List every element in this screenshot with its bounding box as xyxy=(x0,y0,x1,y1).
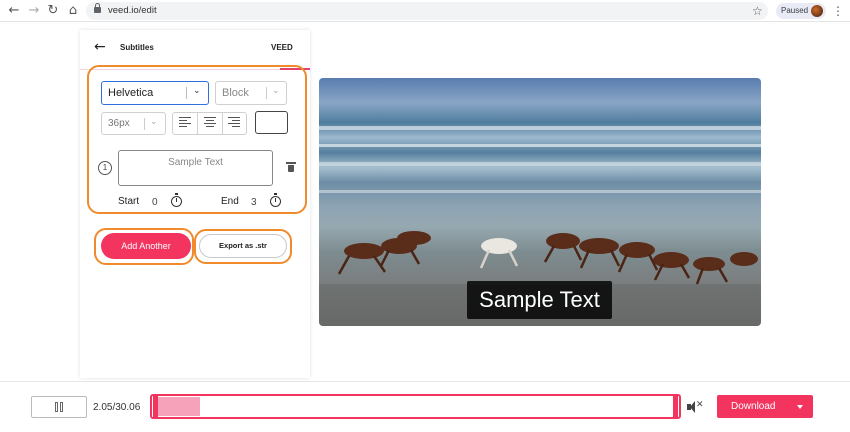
align-left-icon[interactable] xyxy=(179,117,197,131)
end-label: End xyxy=(221,196,239,207)
back-arrow-icon[interactable]: ← xyxy=(94,39,106,55)
mute-icon[interactable] xyxy=(687,400,704,413)
start-value[interactable]: 0 xyxy=(152,197,158,208)
profile-status: Paused xyxy=(781,6,809,15)
pause-button[interactable] xyxy=(31,396,87,418)
subtitle-text-input[interactable]: Sample Text xyxy=(118,150,273,186)
pause-icon-bar xyxy=(60,402,63,412)
stopwatch-icon[interactable] xyxy=(171,193,182,207)
star-icon[interactable]: ☆ xyxy=(752,3,763,19)
subtitle-caption[interactable]: Sample Text xyxy=(467,281,612,319)
align-separator xyxy=(197,113,198,134)
avatar xyxy=(811,5,823,17)
trim-handle-end[interactable] xyxy=(673,395,678,418)
lock-icon xyxy=(94,3,101,13)
brand-logo[interactable]: VEED xyxy=(271,43,293,52)
home-icon[interactable]: ⌂ xyxy=(65,3,81,19)
subtitle-text-value: Sample Text xyxy=(168,157,223,168)
pause-icon xyxy=(55,402,58,412)
time-readout: 2.05/30.06 xyxy=(93,402,141,413)
chevron-down-icon: ⌄ xyxy=(272,86,280,96)
text-align-group xyxy=(172,112,247,135)
caret-down-icon[interactable] xyxy=(797,405,803,409)
font-family-value: Helvetica xyxy=(108,87,154,99)
text-style-select[interactable]: Block ⌄ xyxy=(215,81,287,105)
trash-icon[interactable] xyxy=(286,162,296,172)
font-family-select[interactable]: Helvetica ⌄ xyxy=(101,81,209,105)
browser-toolbar: ← → ↻ ⌂ veed.io/edit ☆ Paused ⋮ xyxy=(0,0,850,22)
font-size-value: 36px xyxy=(108,118,130,129)
end-value[interactable]: 3 xyxy=(251,197,257,208)
profile-button[interactable]: Paused xyxy=(776,3,826,19)
reload-icon[interactable]: ↻ xyxy=(45,3,61,19)
font-size-select[interactable]: 36px ⌄ xyxy=(101,112,166,135)
chevron-down-icon: ⌄ xyxy=(193,86,201,96)
text-style-value: Block xyxy=(222,87,249,99)
menu-kebab-icon[interactable]: ⋮ xyxy=(832,3,844,19)
timeline-progress xyxy=(158,397,200,416)
text-color-picker[interactable] xyxy=(255,111,288,134)
download-label: Download xyxy=(731,401,776,412)
forward-arrow-icon[interactable]: → xyxy=(26,3,42,19)
back-arrow-icon[interactable]: ← xyxy=(6,3,22,19)
add-another-button[interactable]: Add Another xyxy=(101,233,191,259)
export-srt-button[interactable]: Export as .str xyxy=(199,234,287,258)
align-right-icon[interactable] xyxy=(228,117,246,131)
video-preview[interactable]: Sample Text xyxy=(319,78,761,326)
trim-handle-start[interactable] xyxy=(153,395,158,418)
stopwatch-icon[interactable] xyxy=(270,193,281,207)
subtitle-index-badge: 1 xyxy=(98,161,112,175)
select-separator xyxy=(186,87,187,99)
select-separator xyxy=(144,118,145,130)
address-bar[interactable]: veed.io/edit xyxy=(86,2,768,20)
url-text: veed.io/edit xyxy=(108,5,157,16)
select-separator xyxy=(266,87,267,99)
start-label: Start xyxy=(118,196,140,207)
download-button[interactable]: Download xyxy=(717,395,813,418)
chevron-down-icon: ⌄ xyxy=(150,117,158,127)
timeline-track[interactable] xyxy=(150,394,681,419)
align-separator xyxy=(222,113,223,134)
panel-title: Subtitles xyxy=(120,43,154,52)
align-center-icon[interactable] xyxy=(204,117,222,131)
